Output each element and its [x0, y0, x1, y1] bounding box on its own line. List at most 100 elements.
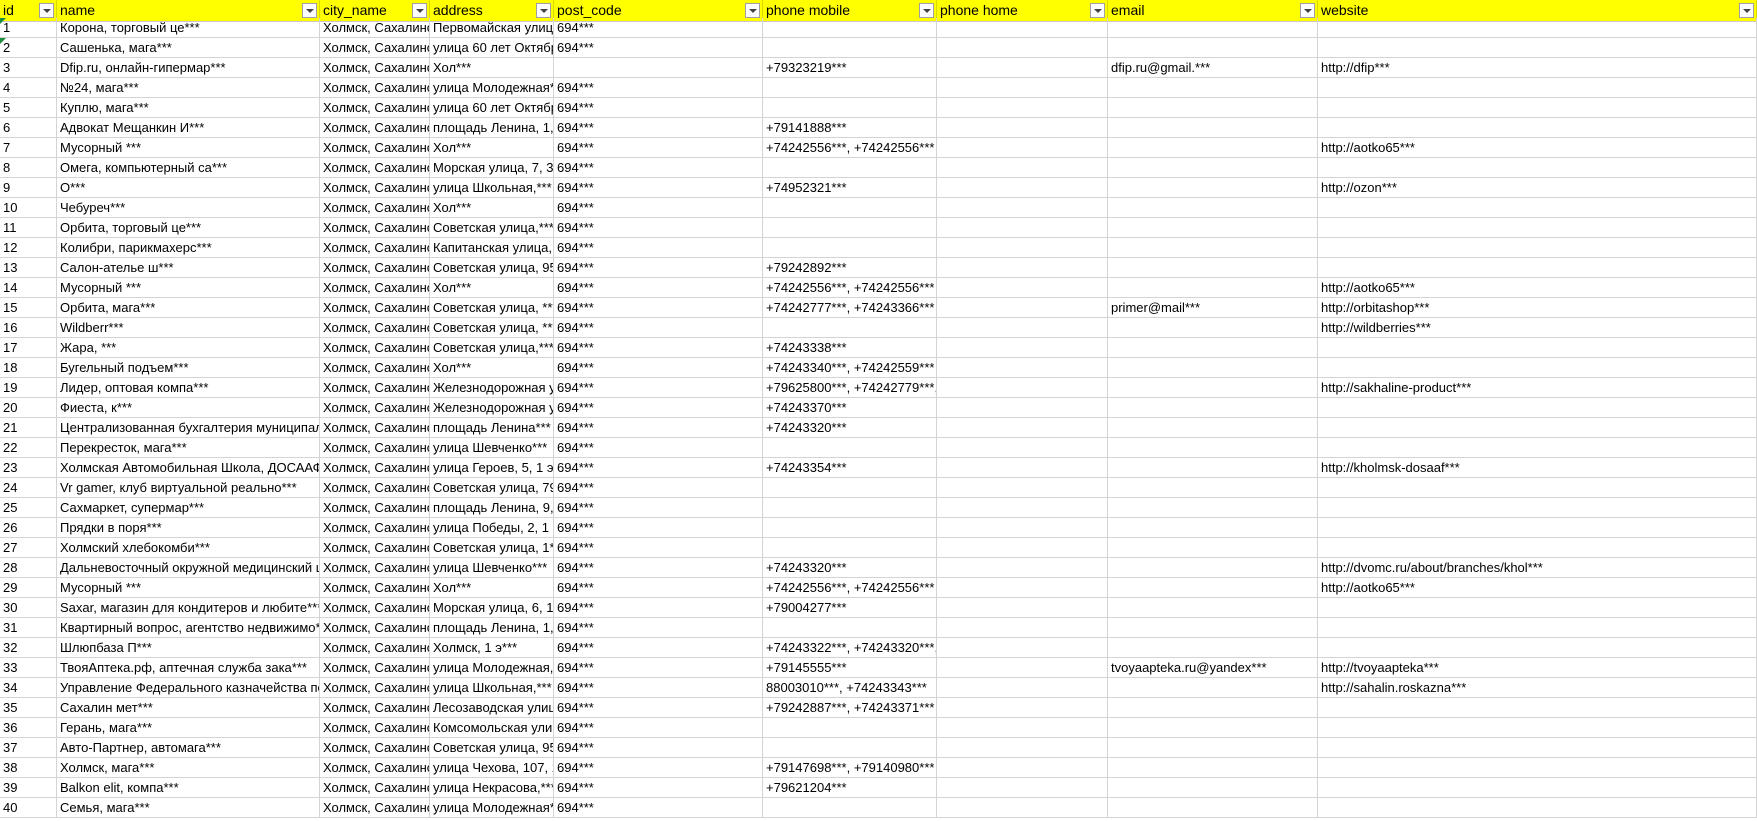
cell-city-name[interactable]: Холмск, Сахалинская — [320, 658, 430, 677]
cell-id[interactable]: 19 — [0, 378, 57, 397]
cell-phone-home[interactable] — [937, 78, 1108, 97]
cell-id[interactable]: 32 — [0, 638, 57, 657]
cell-post-code[interactable]: 694*** — [554, 418, 763, 437]
cell-name[interactable]: Квартирный вопрос, агентство недвижимо**… — [57, 618, 320, 637]
cell-email[interactable] — [1108, 198, 1318, 217]
cell-website[interactable] — [1318, 598, 1757, 617]
cell-website[interactable] — [1318, 738, 1757, 757]
cell-phone-home[interactable] — [937, 498, 1108, 517]
cell-email[interactable] — [1108, 378, 1318, 397]
cell-email[interactable] — [1108, 98, 1318, 117]
cell-phone-home[interactable] — [937, 578, 1108, 597]
cell-phone-mobile[interactable] — [763, 18, 937, 37]
cell-website[interactable] — [1318, 398, 1757, 417]
cell-city-name[interactable]: Холмск, Сахалинская — [320, 398, 430, 417]
cell-post-code[interactable]: 694*** — [554, 138, 763, 157]
cell-phone-mobile[interactable] — [763, 38, 937, 57]
cell-website[interactable]: http://aotko65*** — [1318, 138, 1757, 157]
cell-phone-home[interactable] — [937, 458, 1108, 477]
cell-email[interactable] — [1108, 438, 1318, 457]
cell-city-name[interactable]: Холмск, Сахалинская — [320, 158, 430, 177]
cell-id[interactable]: 17 — [0, 338, 57, 357]
cell-city-name[interactable]: Холмск, Сахалинская — [320, 98, 430, 117]
cell-id[interactable]: 12 — [0, 238, 57, 257]
cell-post-code[interactable]: 694*** — [554, 218, 763, 237]
cell-address[interactable]: Морская улица, 7, 3 э — [430, 158, 554, 177]
cell-name[interactable]: Семья, мага*** — [57, 798, 320, 817]
cell-phone-home[interactable] — [937, 678, 1108, 697]
cell-email[interactable] — [1108, 418, 1318, 437]
cell-address[interactable]: Советская улица, 1*** — [430, 538, 554, 557]
cell-phone-mobile[interactable] — [763, 438, 937, 457]
cell-email[interactable] — [1108, 258, 1318, 277]
cell-phone-mobile[interactable] — [763, 478, 937, 497]
cell-phone-mobile[interactable] — [763, 98, 937, 117]
cell-phone-home[interactable] — [937, 698, 1108, 717]
cell-id[interactable]: 4 — [0, 78, 57, 97]
cell-city-name[interactable]: Холмск, Сахалинская — [320, 358, 430, 377]
cell-phone-home[interactable] — [937, 18, 1108, 37]
cell-address[interactable]: улица Шевченко*** — [430, 558, 554, 577]
filter-dropdown-icon[interactable] — [1739, 3, 1754, 18]
cell-id[interactable]: 2 — [0, 38, 57, 57]
cell-address[interactable]: улица Некрасова,*** — [430, 778, 554, 797]
cell-phone-home[interactable] — [937, 198, 1108, 217]
cell-city-name[interactable]: Холмск, Сахалинская — [320, 678, 430, 697]
cell-phone-mobile[interactable] — [763, 498, 937, 517]
cell-city-name[interactable]: Холмск, Сахалинская — [320, 338, 430, 357]
cell-address[interactable]: Первомайская улица* — [430, 18, 554, 37]
cell-address[interactable]: улица Чехова, 107, 1 э — [430, 758, 554, 777]
cell-address[interactable]: площадь Ленина, 9, 1 — [430, 498, 554, 517]
cell-post-code[interactable]: 694*** — [554, 738, 763, 757]
cell-phone-home[interactable] — [937, 438, 1108, 457]
cell-name[interactable]: Лидер, оптовая компа*** — [57, 378, 320, 397]
cell-name[interactable]: Dfip.ru, онлайн-гипермар*** — [57, 58, 320, 77]
cell-post-code[interactable]: 694*** — [554, 778, 763, 797]
cell-website[interactable] — [1318, 118, 1757, 137]
cell-email[interactable]: dfip.ru@gmail.*** — [1108, 58, 1318, 77]
cell-phone-home[interactable] — [937, 158, 1108, 177]
cell-phone-mobile[interactable]: +74242777***, +74243366*** — [763, 298, 937, 317]
cell-address[interactable]: площадь Ленина, 1, 1 — [430, 118, 554, 137]
cell-address[interactable]: Лесозаводская улица — [430, 698, 554, 717]
cell-city-name[interactable]: Холмск, Сахалинская — [320, 538, 430, 557]
cell-address[interactable]: улица Молодежная*** — [430, 78, 554, 97]
filter-dropdown-icon[interactable] — [412, 3, 427, 18]
cell-name[interactable]: О*** — [57, 178, 320, 197]
cell-id[interactable]: 10 — [0, 198, 57, 217]
cell-name[interactable]: Орбита, торговый це*** — [57, 218, 320, 237]
cell-phone-mobile[interactable] — [763, 538, 937, 557]
cell-address[interactable]: Хол*** — [430, 278, 554, 297]
cell-id[interactable]: 14 — [0, 278, 57, 297]
cell-phone-home[interactable] — [937, 258, 1108, 277]
cell-id[interactable]: 40 — [0, 798, 57, 817]
cell-post-code[interactable]: 694*** — [554, 698, 763, 717]
cell-id[interactable]: 35 — [0, 698, 57, 717]
cell-post-code[interactable]: 694*** — [554, 758, 763, 777]
cell-website[interactable] — [1318, 478, 1757, 497]
cell-name[interactable]: Прядки в поря*** — [57, 518, 320, 537]
cell-website[interactable] — [1318, 498, 1757, 517]
cell-phone-home[interactable] — [937, 38, 1108, 57]
cell-website[interactable]: http://aotko65*** — [1318, 278, 1757, 297]
cell-website[interactable] — [1318, 18, 1757, 37]
cell-city-name[interactable]: Холмск, Сахалинская — [320, 498, 430, 517]
filter-dropdown-icon[interactable] — [919, 3, 934, 18]
cell-website[interactable] — [1318, 758, 1757, 777]
cell-phone-mobile[interactable] — [763, 158, 937, 177]
cell-city-name[interactable]: Холмск, Сахалинская — [320, 798, 430, 817]
cell-phone-mobile[interactable]: +79625800***, +74242779***, +7 — [763, 378, 937, 397]
cell-email[interactable] — [1108, 738, 1318, 757]
cell-website[interactable] — [1318, 358, 1757, 377]
cell-phone-home[interactable] — [937, 558, 1108, 577]
cell-phone-mobile[interactable]: 88003010***, +74243343*** — [763, 678, 937, 697]
cell-city-name[interactable]: Холмск, Сахалинская — [320, 698, 430, 717]
cell-address[interactable]: Хол*** — [430, 358, 554, 377]
cell-name[interactable]: Чебуреч*** — [57, 198, 320, 217]
cell-city-name[interactable]: Холмск, Сахалинская — [320, 178, 430, 197]
cell-address[interactable]: Советская улица, 95, 3 — [430, 258, 554, 277]
cell-phone-home[interactable] — [937, 318, 1108, 337]
cell-website[interactable]: http://wildberries*** — [1318, 318, 1757, 337]
cell-website[interactable] — [1318, 218, 1757, 237]
cell-email[interactable] — [1108, 718, 1318, 737]
